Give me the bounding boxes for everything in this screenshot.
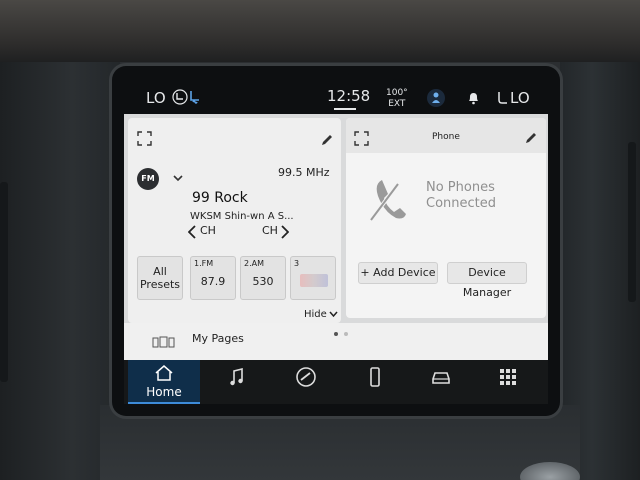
preset-3-button[interactable]: 3: [290, 256, 336, 300]
device-manager-button[interactable]: Device Manager: [447, 262, 527, 299]
exterior-temp: 100° EXT: [386, 88, 408, 110]
preset-label: 1.FM: [194, 259, 214, 268]
right-air-vent: [628, 142, 636, 302]
station-logo: [300, 274, 328, 287]
apps-grid-icon[interactable]: [497, 366, 519, 388]
music-icon[interactable]: [226, 366, 248, 388]
station-info: WKSM Shin-wn A S...: [190, 211, 294, 222]
phone-status-line: Connected: [426, 196, 497, 211]
page-indicator: [344, 332, 348, 336]
preset-value: 87.9: [200, 275, 226, 288]
my-pages-bar[interactable]: [124, 323, 548, 360]
clock-underline: [334, 108, 356, 110]
band-badge[interactable]: FM: [137, 168, 159, 190]
preset-1-button[interactable]: 1.FM 87.9: [190, 256, 236, 300]
preset-label: 3: [294, 259, 300, 268]
preset-value: 530: [252, 275, 274, 288]
status-bar: LO 12:58 100° EXT LO: [124, 82, 548, 114]
phone-title: Phone: [432, 132, 460, 142]
bottom-nav-bar: Home: [124, 360, 548, 404]
home-icon: [155, 365, 173, 381]
pages-icon[interactable]: [152, 336, 176, 348]
hide-button[interactable]: Hide: [304, 309, 327, 320]
home-label: Home: [146, 385, 182, 399]
nav-home-button[interactable]: Home: [128, 360, 200, 404]
frequency-readout: 99.5 MHz: [278, 166, 330, 179]
main-screen: FM 99.5 MHz 99 Rock WKSM Shin-wn A S... …: [124, 114, 548, 360]
passenger-temp-setting[interactable]: LO: [510, 89, 530, 107]
chevron-down-icon[interactable]: [329, 311, 338, 318]
passenger-seat-icon[interactable]: [495, 91, 509, 105]
page-indicator-active: [334, 332, 338, 336]
dashboard-top-trim: [0, 0, 640, 62]
chevron-down-icon[interactable]: [173, 174, 183, 182]
channel-prev-button[interactable]: CH: [200, 224, 216, 237]
preset-2-button[interactable]: 2.AM 530: [240, 256, 286, 300]
edit-pencil-icon[interactable]: [321, 134, 333, 146]
exterior-temp-value: 100°: [386, 88, 408, 98]
edit-pencil-icon[interactable]: [525, 132, 537, 144]
expand-icon[interactable]: [354, 131, 369, 146]
driver-temp-setting[interactable]: LO: [146, 89, 166, 107]
left-air-vent: [0, 182, 8, 382]
phone-disconnected-icon: [369, 180, 406, 222]
all-presets-label: All Presets: [139, 265, 181, 291]
dashboard-bottom-trim: [100, 405, 580, 480]
clock-time: 12:58: [327, 87, 371, 105]
station-name: 99 Rock: [192, 190, 248, 206]
add-device-button[interactable]: + Add Device: [358, 262, 438, 284]
heated-seat-icon[interactable]: [172, 89, 188, 105]
notification-bell-icon[interactable]: [467, 91, 480, 105]
channel-next-button[interactable]: CH: [262, 224, 278, 237]
vehicle-icon[interactable]: [430, 366, 452, 388]
phone-status: No Phones Connected: [426, 180, 526, 212]
apps-gauge-icon[interactable]: [295, 366, 317, 388]
all-presets-button[interactable]: All Presets: [137, 256, 183, 300]
expand-icon[interactable]: [137, 131, 152, 146]
phone-status-line: No Phones: [426, 180, 495, 195]
phone-icon[interactable]: [364, 366, 386, 388]
radio-widget[interactable]: FM 99.5 MHz 99 Rock WKSM Shin-wn A S... …: [128, 118, 341, 323]
voice-assistant-icon[interactable]: [426, 88, 446, 108]
heated-steering-icon[interactable]: [188, 89, 202, 105]
chevron-left-icon[interactable]: [188, 225, 196, 239]
my-pages-label[interactable]: My Pages: [192, 332, 244, 345]
exterior-temp-label: EXT: [388, 99, 406, 109]
preset-label: 2.AM: [244, 259, 265, 268]
chevron-right-icon[interactable]: [281, 225, 289, 239]
phone-widget[interactable]: Phone No Phones Connected + Add Device D…: [346, 118, 546, 318]
